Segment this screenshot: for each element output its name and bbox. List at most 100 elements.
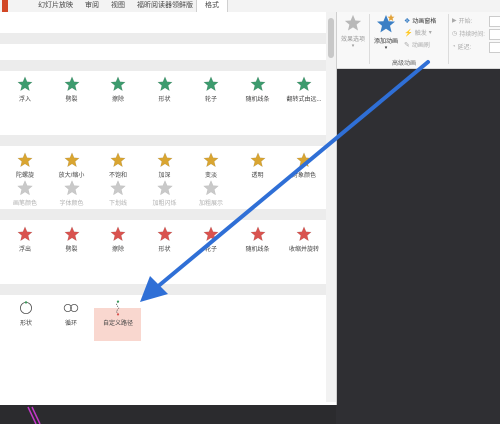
exit-effect-0[interactable]: 浮出 [3,226,47,253]
tab-view[interactable]: 视图 [111,0,125,12]
emphasis-effect-label: 加深 [158,173,171,179]
animation-gallery: 浮入 劈裂 擦除 形状 轮子 随机线条 翻转式由远... 陀螺旋 放大/缩小 不饱和 加深 变淡 透明… [0,12,337,405]
star-icon [143,152,187,168]
tab-review[interactable]: 审阅 [85,0,99,12]
animation-painter-button[interactable]: ✎ 动画刷 [404,40,430,50]
emphasis-effect-label: 变淡 [204,173,217,179]
emphasis-effect-1[interactable]: 放大/缩小 [50,152,94,179]
entrance-effect-0[interactable]: 浮入 [3,76,47,103]
emphasis-effect-disabled-1[interactable]: 字体颜色 [50,180,94,207]
exit-effect-1[interactable]: 劈裂 [50,226,94,253]
tab-slideshow[interactable]: 幻灯片放映 [38,0,73,12]
star-icon [50,76,94,92]
exit-effect-2[interactable]: 擦除 [96,226,140,253]
star-icon [96,152,140,168]
animation-pane-button[interactable]: ❖ 动画窗格 [404,16,436,26]
star-icon [3,152,47,168]
tab-format[interactable]: 格式 [196,0,228,12]
exit-effect-label: 随机线条 [245,247,270,253]
star-icon [143,180,187,196]
add-animation-icon [377,14,395,33]
entrance-effect-2[interactable]: 擦除 [96,76,140,103]
add-animation-button[interactable]: 添加动画 ▾ [370,14,402,51]
timer-icon: ◔ [452,43,456,50]
play-icon: ▶ [452,18,457,24]
entrance-effect-label: 浮入 [18,97,31,103]
duration-input[interactable] [489,29,500,40]
entrance-effect-4[interactable]: 轮子 [189,76,233,103]
animation-pane-icon: ❖ [404,17,411,25]
star-icon [344,14,362,31]
exit-effect-label: 形状 [158,247,171,253]
emphasis-effect-2[interactable]: 不饱和 [96,152,140,179]
emphasis-effect-6[interactable]: 对象颜色 [282,152,326,179]
star-icon [282,226,326,242]
delay-input[interactable] [489,42,500,53]
exit-effect-label: 浮出 [18,247,31,253]
motion-loop[interactable]: 循环 [49,300,93,327]
star-icon [3,180,47,196]
section-header-motion-paths [0,284,326,295]
exit-effect-3[interactable]: 形状 [143,226,187,253]
entrance-effect-5[interactable]: 随机线条 [236,76,280,103]
emphasis-effect-disabled-3[interactable]: 加粗闪烁 [143,180,187,207]
brush-icon: ✎ [404,41,410,49]
section-header-entrance [0,60,326,71]
emphasis-effect-disabled-label: 画笔颜色 [12,201,37,207]
slide-workspace-strip [0,405,336,424]
entrance-effect-label: 随机线条 [245,97,270,103]
gallery-scrollbar[interactable] [326,12,336,402]
star-icon [3,226,47,242]
entrance-effect-label: 翻转式由远... [286,97,322,103]
custom-path-icon [115,300,120,316]
star-icon [50,226,94,242]
start-select[interactable] [489,16,500,27]
star-icon [96,76,140,92]
entrance-effect-label: 劈裂 [65,97,78,103]
emphasis-effect-3[interactable]: 加深 [143,152,187,179]
star-icon [50,180,94,196]
emphasis-effect-disabled-2[interactable]: 下划线 [96,180,140,207]
scrollbar-thumb[interactable] [328,18,334,58]
entrance-effect-3[interactable]: 形状 [143,76,187,103]
section-header-none [0,33,326,44]
exit-effect-label: 劈裂 [65,247,78,253]
effect-options-button[interactable]: 效果选项 ▾ [338,14,368,49]
emphasis-effect-disabled-label: 字体颜色 [59,201,84,207]
star-icon [96,180,140,196]
exit-effect-label: 擦除 [111,247,124,253]
emphasis-effect-label: 透明 [251,173,264,179]
exit-effect-4[interactable]: 轮子 [189,226,233,253]
star-icon [143,226,187,242]
emphasis-effect-disabled-label: 加粗闪烁 [152,201,177,207]
entrance-effect-label: 形状 [158,97,171,103]
motion-shape[interactable]: 形状 [4,300,48,327]
emphasis-effect-0[interactable]: 陀螺旋 [3,152,47,179]
entrance-effect-6[interactable]: 翻转式由远... [282,76,326,103]
star-icon [3,76,47,92]
emphasis-effect-label: 对象颜色 [291,173,316,179]
emphasis-effect-disabled-4[interactable]: 加粗展示 [189,180,233,207]
motion-custom-path[interactable]: 自定义路径 [96,300,140,327]
exit-effect-5[interactable]: 随机线条 [236,226,280,253]
start-label: ▶ 开始: [452,18,473,25]
tab-foxit[interactable]: 福昕阅读器领鲜版 [137,0,193,12]
emphasis-effect-5[interactable]: 透明 [236,152,280,179]
star-icon [96,226,140,242]
star-icon [189,226,233,242]
star-icon [236,226,280,242]
star-icon [236,76,280,92]
star-icon [282,152,326,168]
entrance-effect-1[interactable]: 劈裂 [50,76,94,103]
delay-label: ◔ 延迟: [452,43,472,52]
exit-effect-6[interactable]: 收缩并旋转 [282,226,326,253]
entrance-effect-label: 轮子 [204,97,217,103]
star-icon [50,152,94,168]
emphasis-effect-4[interactable]: 变淡 [189,152,233,179]
emphasis-effect-disabled-label: 下划线 [108,201,127,207]
emphasis-effect-disabled-0[interactable]: 画笔颜色 [3,180,47,207]
emphasis-effect-label: 不饱和 [108,173,127,179]
loop-path-icon [63,304,79,312]
star-icon [189,180,233,196]
trigger-button[interactable]: ⚡ 触发 ▾ [404,28,432,38]
